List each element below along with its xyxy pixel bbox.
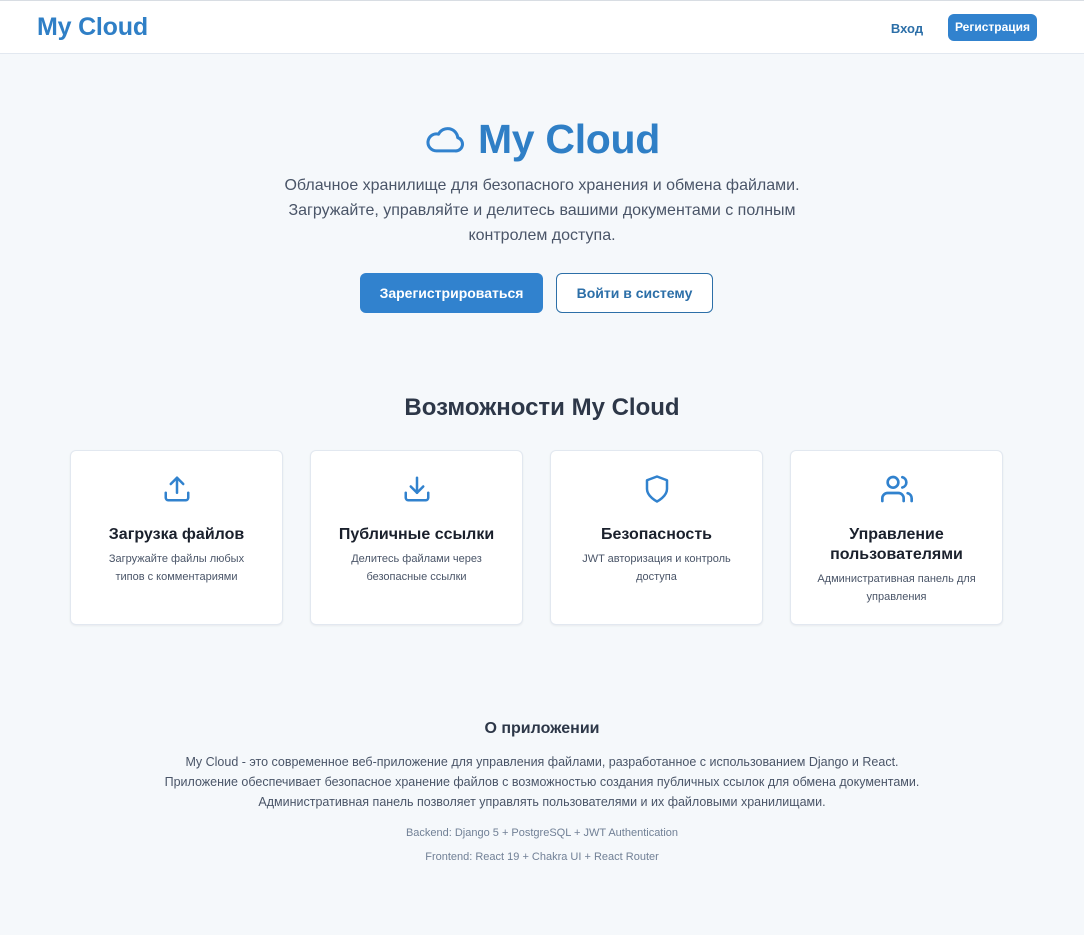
feature-card-user-management: Управление пользователями Административн…: [790, 450, 1003, 625]
feature-title: Загрузка файлов: [108, 526, 245, 543]
register-button[interactable]: Регистрация: [948, 14, 1037, 41]
about-heading: О приложении: [484, 720, 600, 737]
cloud-icon: [424, 122, 466, 156]
feature-description: Загружайте файлы любых типов с комментар…: [108, 553, 245, 583]
about-text: My Cloud - это современное веб-приложени…: [164, 755, 920, 809]
feature-title: Безопасность: [601, 526, 712, 543]
backend-stack: Backend: Django 5 + PostgreSQL + JWT Aut…: [405, 827, 679, 839]
brand-logo[interactable]: My Cloud: [37, 13, 148, 42]
hero-title: My Cloud: [0, 113, 1084, 165]
feature-card-security: Безопасность JWT авторизация и контроль …: [550, 450, 763, 625]
signin-button[interactable]: Войти в систему: [556, 273, 713, 313]
features-heading: Возможности My Cloud: [404, 394, 680, 421]
upload-icon: [71, 471, 282, 507]
feature-title: Управление пользователями: [830, 526, 963, 563]
feature-card-public-links: Публичные ссылки Делитесь файлами через …: [310, 450, 523, 625]
hero-title-text: My Cloud: [477, 115, 661, 162]
feature-description: Административная панель для управления: [817, 573, 976, 603]
feature-card-upload: Загрузка файлов Загружайте файлы любых т…: [70, 450, 283, 625]
users-icon: [791, 471, 1002, 507]
feature-description: Делитесь файлами через безопасные ссылки: [351, 553, 482, 583]
frontend-stack: Frontend: React 19 + Chakra UI + React R…: [425, 851, 659, 863]
top-navbar: My Cloud Вход Регистрация: [0, 0, 1084, 54]
signup-button[interactable]: Зарегистрироваться: [360, 273, 543, 313]
hero-description: Облачное хранилище для безопасного хране…: [284, 177, 800, 244]
shield-icon: [551, 471, 762, 507]
feature-title: Публичные ссылки: [338, 526, 495, 543]
download-icon: [311, 471, 522, 507]
feature-description: JWT авторизация и контроль доступа: [582, 553, 731, 583]
login-link[interactable]: Вход: [879, 19, 935, 39]
